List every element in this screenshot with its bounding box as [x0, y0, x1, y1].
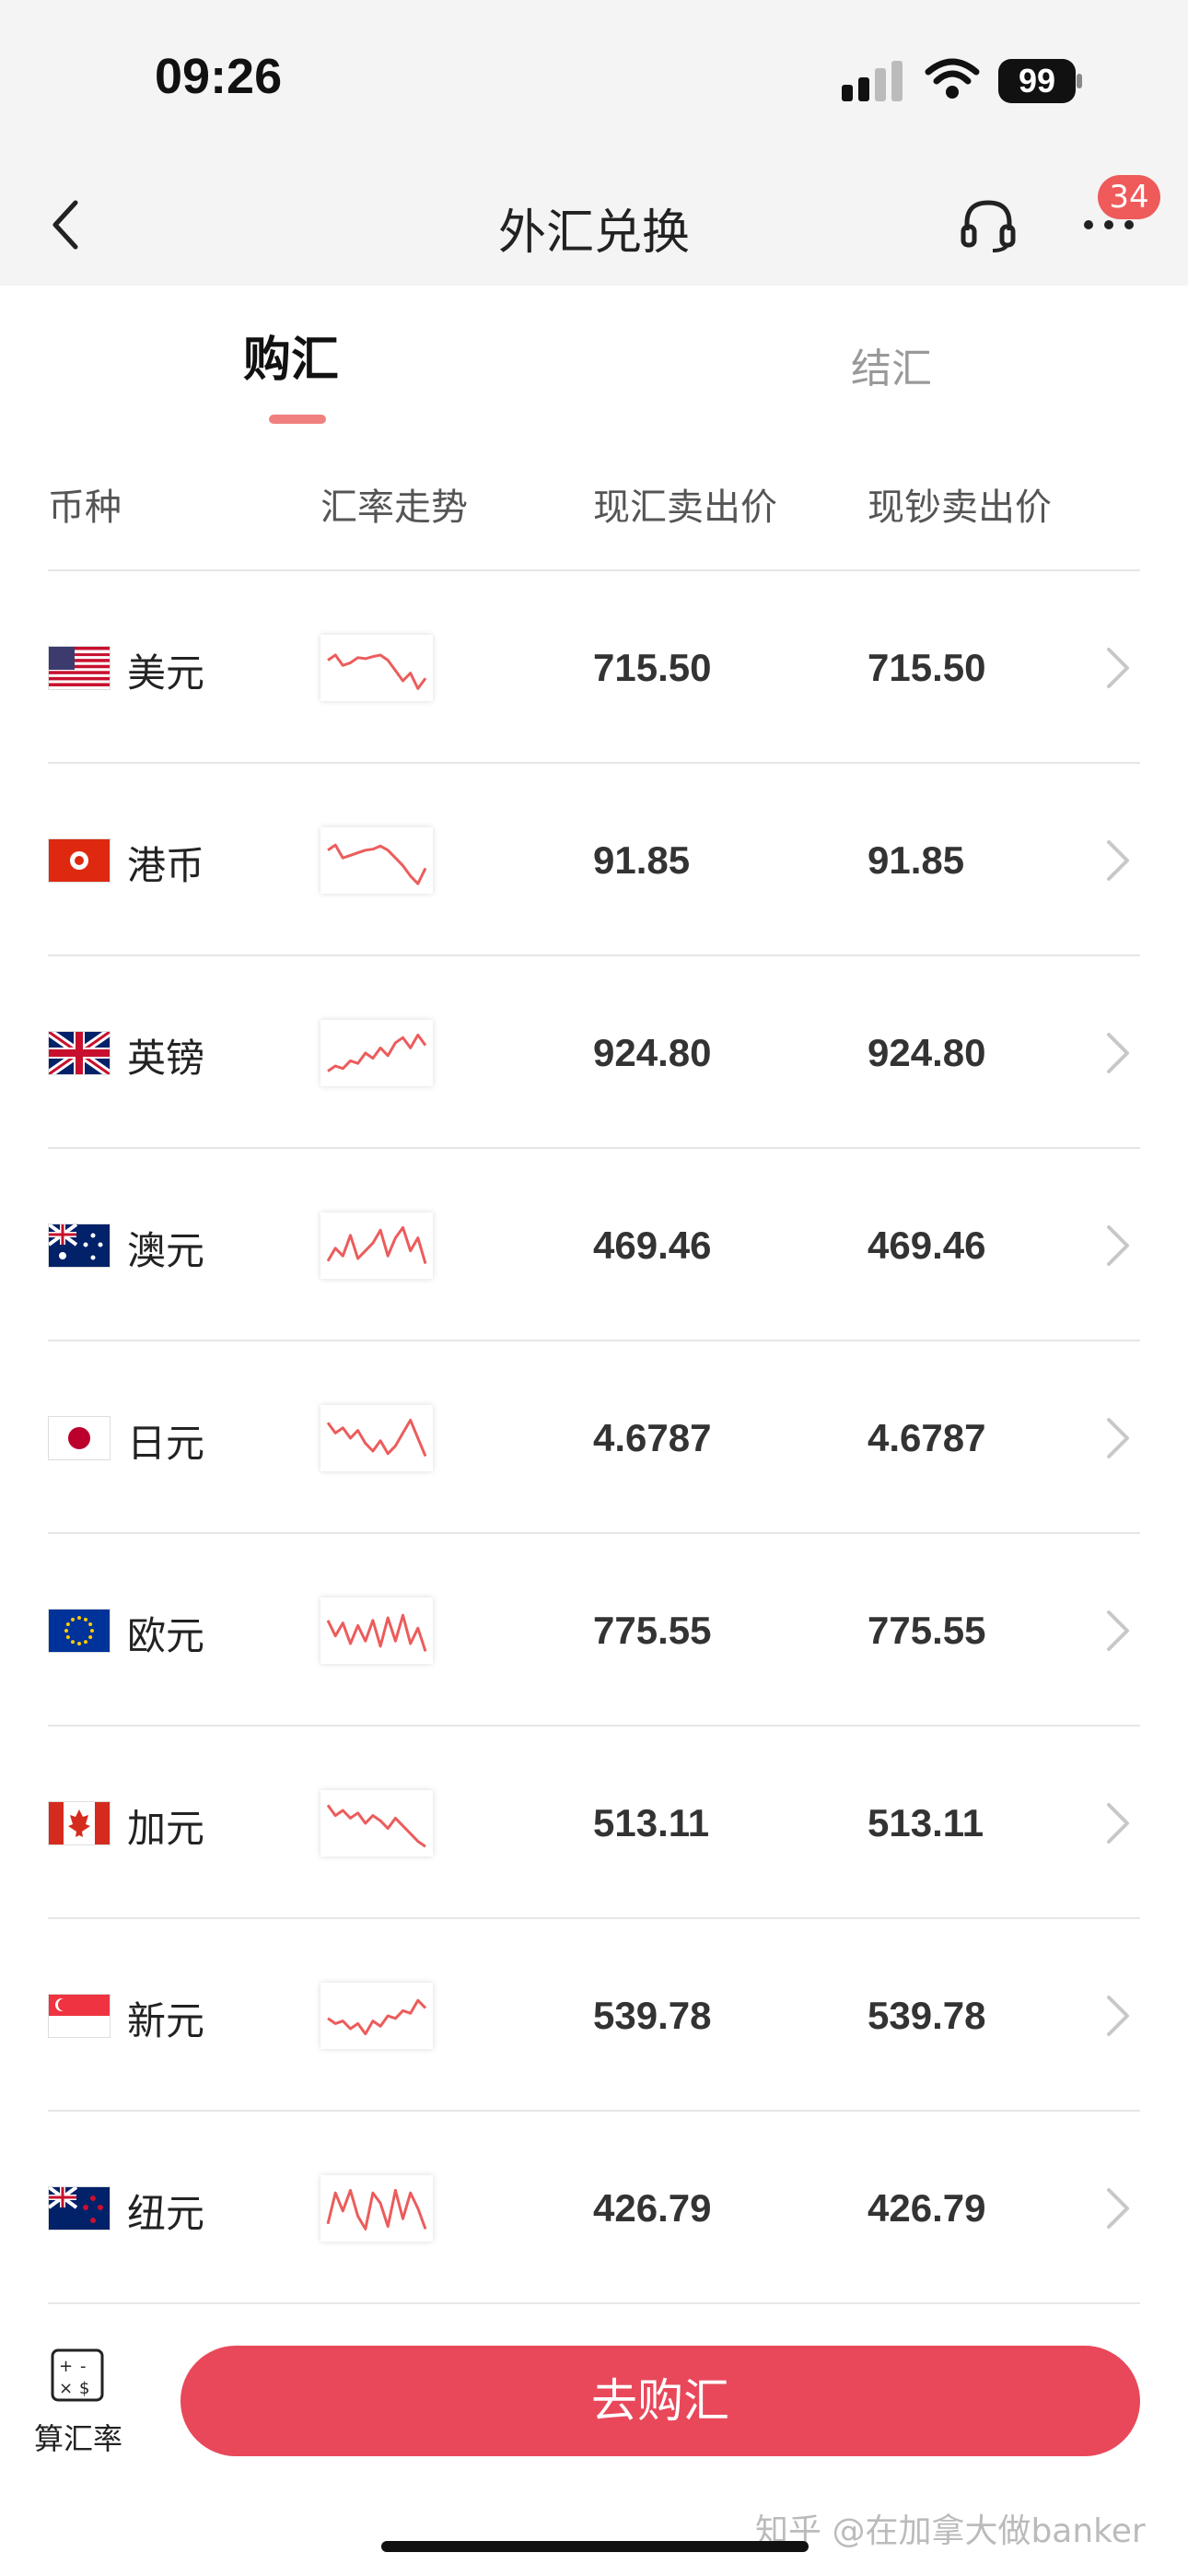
home-indicator[interactable] [381, 2541, 809, 2552]
trend-sparkline [320, 1019, 433, 1086]
currency-name: 澳元 [127, 1227, 205, 1273]
trend-sparkline [320, 2174, 433, 2242]
trend-sparkline [320, 1789, 433, 1856]
trend-sparkline [320, 1982, 433, 2049]
cash-sell-price: 513.11 [868, 1800, 984, 1844]
trend-sparkline [320, 634, 433, 701]
cash-sell-price: 924.80 [868, 1030, 986, 1074]
chevron-right-icon[interactable] [1101, 2184, 1135, 2232]
cash-sell-price: 91.85 [868, 837, 965, 882]
trend-sparkline [320, 1404, 433, 1471]
header-currency: 币种 [48, 486, 122, 529]
currency-row[interactable]: 港币 91.85 91.85 [0, 764, 1188, 956]
tab-buy[interactable]: 购汇 [243, 321, 339, 390]
spot-sell-price: 715.50 [593, 645, 712, 689]
row-divider [48, 2302, 1140, 2304]
currency-row[interactable]: 澳元 469.46 469.46 [0, 1149, 1188, 1341]
currency-row[interactable]: 新元 539.78 539.78 [0, 1919, 1188, 2112]
watermark: 知乎 @在加拿大做banker [755, 2512, 1146, 2550]
cash-sell-price: 715.50 [868, 645, 986, 689]
currency-name: 日元 [127, 1420, 205, 1466]
spot-sell-price: 775.55 [593, 1608, 712, 1652]
currency-name: 英镑 [127, 1035, 205, 1081]
trend-line [326, 1225, 427, 1264]
trend-line [327, 1998, 427, 2035]
spot-sell-price: 513.11 [593, 1800, 710, 1844]
nz-flag-icon [48, 2185, 111, 2231]
trend-line [326, 1804, 426, 1847]
us-flag-icon [48, 645, 111, 690]
currency-name: 美元 [127, 650, 205, 696]
calculator-icon[interactable]: + - × $ [33, 2348, 122, 2406]
spot-sell-price: 539.78 [593, 1993, 712, 2037]
trend-sparkline [320, 1212, 433, 1279]
trend-line [327, 1033, 427, 1072]
tab-sell[interactable]: 结汇 [851, 335, 932, 394]
trend-line [327, 843, 427, 885]
headset-icon[interactable] [960, 197, 1017, 254]
svg-text:-: - [80, 2357, 87, 2376]
spot-sell-price: 91.85 [593, 837, 691, 882]
ca-flag-icon [48, 1800, 111, 1845]
notification-badge: 34 [1098, 175, 1160, 219]
wifi-icon [925, 57, 980, 101]
au-flag-icon [48, 1223, 111, 1268]
header-cash-price: 现钞卖出价 [868, 486, 1052, 529]
trend-sparkline [320, 826, 433, 894]
sg-flag-icon [48, 1993, 111, 2038]
chevron-right-icon[interactable] [1101, 1029, 1135, 1077]
currency-row[interactable]: 日元 4.6787 4.6787 [0, 1341, 1188, 1534]
svg-text:$: $ [79, 2379, 89, 2398]
spot-sell-price: 469.46 [593, 1223, 712, 1267]
eu-flag-icon [48, 1608, 111, 1653]
battery-icon: 99 [998, 59, 1083, 103]
currency-row[interactable]: 欧元 775.55 775.55 [0, 1534, 1188, 1727]
trend-line [326, 2188, 427, 2231]
chevron-right-icon[interactable] [1101, 1414, 1135, 1462]
spot-sell-price: 426.79 [593, 2185, 712, 2230]
spot-sell-price: 924.80 [593, 1030, 712, 1074]
currency-name: 港币 [127, 842, 205, 888]
currency-row[interactable]: 英镑 924.80 924.80 [0, 956, 1188, 1149]
header-trend: 汇率走势 [320, 486, 468, 529]
cash-sell-price: 775.55 [868, 1608, 986, 1652]
signal-icon [842, 61, 906, 101]
header-spot-price: 现汇卖出价 [593, 486, 777, 529]
currency-row[interactable]: 美元 715.50 715.50 [0, 571, 1188, 764]
trend-sparkline [320, 1597, 433, 1664]
chevron-right-icon[interactable] [1101, 1222, 1135, 1270]
buy-button[interactable]: 去购汇 [181, 2346, 1140, 2456]
trend-line [326, 1613, 427, 1652]
svg-text:×: × [59, 2379, 73, 2398]
status-time: 09:26 [155, 49, 283, 104]
hk-flag-icon [48, 837, 111, 883]
currency-name: 欧元 [127, 1612, 205, 1658]
svg-text:+: + [59, 2357, 73, 2376]
chevron-right-icon[interactable] [1101, 1607, 1135, 1655]
cash-sell-price: 469.46 [868, 1223, 986, 1267]
chevron-right-icon[interactable] [1101, 1799, 1135, 1847]
chevron-right-icon[interactable] [1101, 837, 1135, 884]
cash-sell-price: 4.6787 [868, 1415, 986, 1459]
currency-row[interactable]: 加元 513.11 513.11 [0, 1727, 1188, 1919]
active-tab-indicator [269, 415, 326, 424]
spot-sell-price: 4.6787 [593, 1415, 712, 1459]
calculator-label[interactable]: 算汇率 [28, 2416, 129, 2458]
trend-line [326, 1418, 427, 1457]
cash-sell-price: 426.79 [868, 2185, 986, 2230]
currency-name: 加元 [127, 1805, 205, 1851]
trend-line [327, 653, 427, 690]
chevron-right-icon[interactable] [1101, 1992, 1135, 2040]
battery-level: 99 [1018, 62, 1056, 100]
chevron-right-icon[interactable] [1101, 644, 1135, 692]
gb-flag-icon [48, 1030, 111, 1075]
currency-name: 纽元 [127, 2190, 205, 2236]
cash-sell-price: 539.78 [868, 1993, 986, 2037]
currency-name: 新元 [127, 1997, 205, 2043]
currency-row[interactable]: 纽元 426.79 426.79 [0, 2112, 1188, 2304]
jp-flag-icon [48, 1415, 111, 1460]
